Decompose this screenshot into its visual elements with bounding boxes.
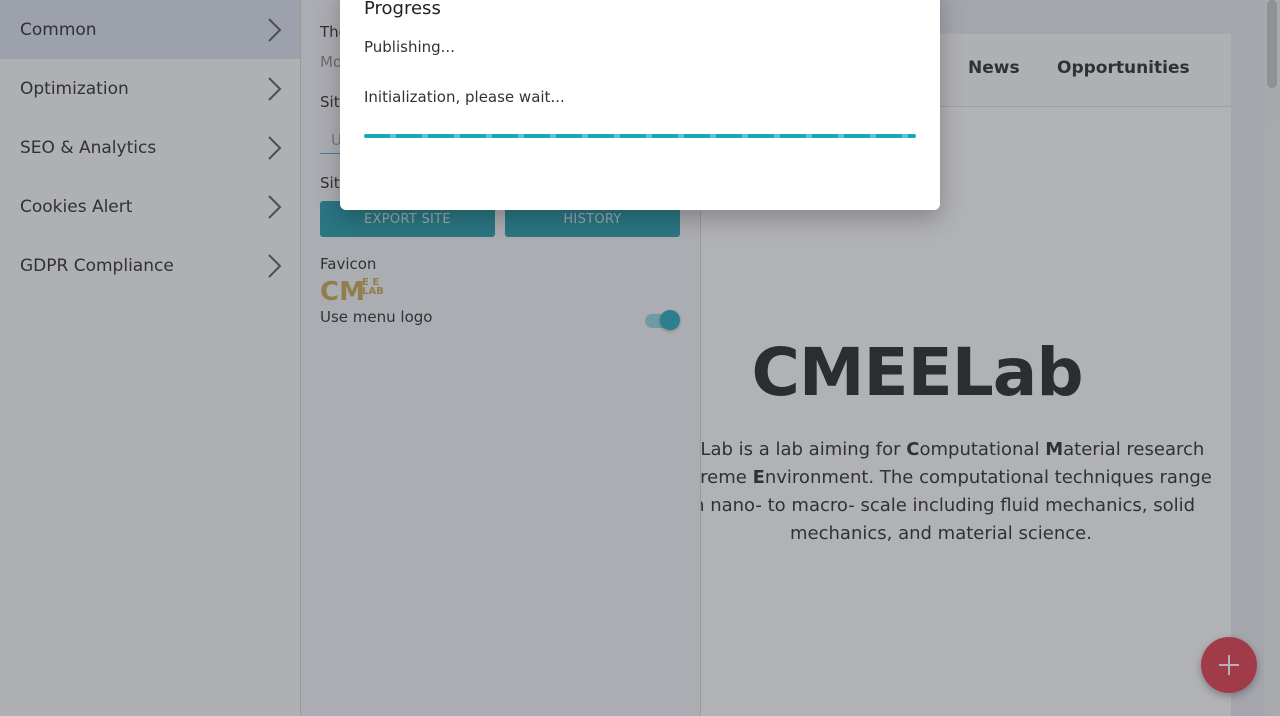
progress-bar [364,134,916,138]
dialog-title: Progress [364,0,441,19]
dialog-status: Publishing... [364,38,455,56]
progress-dialog: Progress Publishing... Initialization, p… [340,0,940,210]
dialog-detail: Initialization, please wait... [364,88,565,106]
progress-bar-fill [364,134,916,138]
